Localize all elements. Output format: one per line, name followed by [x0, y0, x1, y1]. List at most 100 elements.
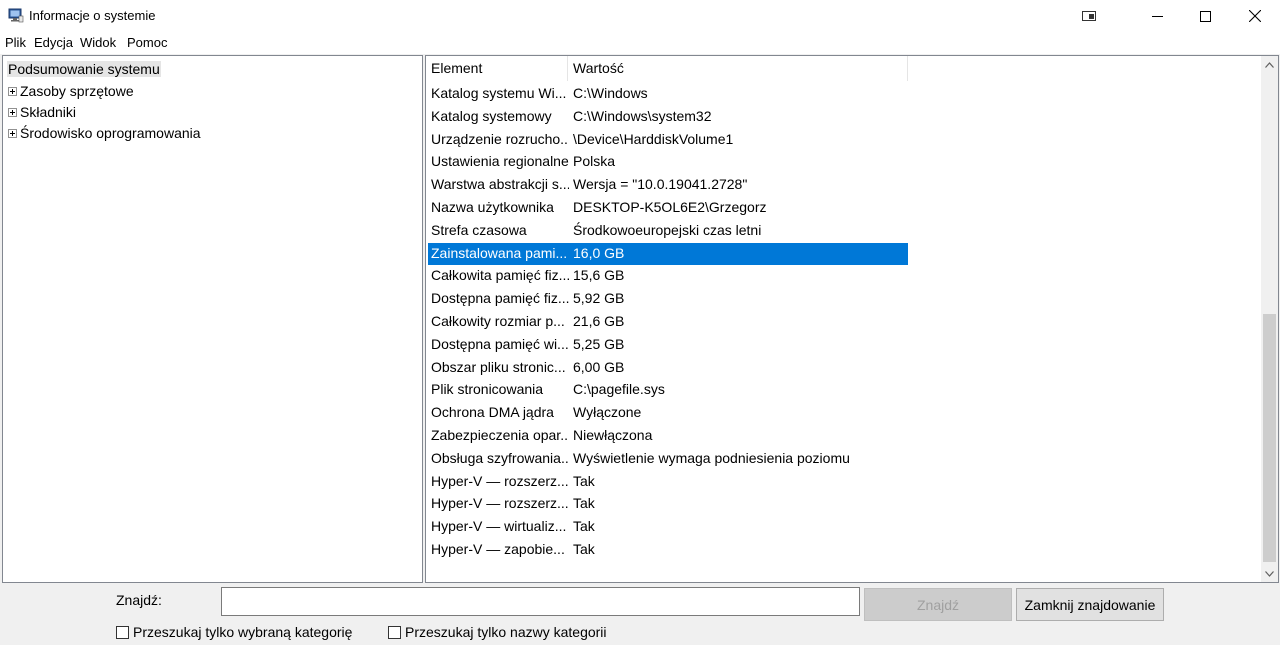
menu-view[interactable]: Widok [80, 35, 116, 50]
list-row[interactable]: Całkowita pamięć fiz... 15,6 GB [428, 265, 908, 287]
row-element-cell: Urządzenie rozrucho... [431, 130, 569, 147]
row-element-cell: Dostępna pamięć fiz... [431, 290, 569, 307]
maximize-icon [1199, 10, 1211, 22]
list-row[interactable]: Katalog systemu Wi... C:\Windows [428, 83, 908, 105]
title-bar: Informacje o systemie [0, 0, 1280, 32]
row-value-cell: 5,92 GB [573, 290, 625, 307]
expand-plus-icon[interactable] [8, 86, 17, 96]
list-row[interactable]: Ustawienia regionalne Polska [428, 151, 908, 173]
list-row[interactable]: Zabezpieczenia opar... Niewłączona [428, 425, 908, 447]
tree-item-system-summary[interactable]: Podsumowanie systemu [7, 61, 161, 77]
find-button[interactable]: Znajdź [864, 588, 1012, 621]
menu-help[interactable]: Pomoc [127, 35, 167, 50]
maximize-button[interactable] [1182, 0, 1228, 32]
list-row[interactable]: Hyper-V — zapobie... Tak [428, 539, 908, 561]
row-value-cell: Wyświetlenie wymaga podniesienia poziomu [573, 449, 850, 466]
row-element-cell: Hyper-V — rozszerz... [431, 495, 569, 512]
category-tree[interactable]: Podsumowanie systemu Zasoby sprzętowe Sk… [2, 55, 423, 583]
minimize-button[interactable] [1134, 0, 1180, 32]
list-row[interactable]: Hyper-V — wirtualiz... Tak [428, 516, 908, 538]
search-category-names-option[interactable]: Przeszukaj tylko nazwy kategorii [388, 624, 607, 640]
row-value-cell: Tak [573, 518, 595, 535]
row-value-cell: 16,0 GB [573, 244, 625, 261]
row-value-cell: Tak [573, 472, 595, 489]
chevron-down-icon [1265, 570, 1274, 577]
list-row[interactable]: Plik stronicowania C:\pagefile.sys [428, 379, 908, 401]
expand-plus-icon[interactable] [8, 107, 17, 117]
list-row[interactable]: Nazwa użytkownika DESKTOP-K5OL6E2\Grzegor… [428, 197, 908, 219]
close-icon [1249, 10, 1261, 22]
row-value-cell: Wyłączone [573, 404, 642, 421]
search-selected-category-option[interactable]: Przeszukaj tylko wybraną kategorię [116, 624, 352, 640]
row-value-cell: C:\Windows [573, 85, 648, 101]
row-element-cell: Obszar pliku stronic... [431, 358, 566, 375]
list-row[interactable]: Obsługa szyfrowania... Wyświetlenie wymag… [428, 448, 908, 470]
column-header-value[interactable]: Wartość [568, 56, 908, 81]
list-row[interactable]: Urządzenie rozrucho... \Device\HarddiskVo… [428, 129, 908, 151]
list-row[interactable]: Ochrona DMA jądra Wyłączone [428, 402, 908, 424]
row-element-cell: Ustawienia regionalne [431, 153, 569, 170]
expand-plus-icon[interactable] [8, 128, 17, 138]
system-information-window: Informacje o systemie Plik Edycja Widok … [0, 0, 1280, 645]
row-value-cell: 21,6 GB [573, 313, 625, 329]
row-value-cell: 6,00 GB [573, 358, 625, 375]
row-value-cell: C:\Windows\system32 [573, 107, 712, 124]
vertical-scrollbar[interactable] [1261, 56, 1278, 582]
checkbox-label[interactable]: Przeszukaj tylko wybraną kategorię [133, 624, 352, 640]
tree-item-software-environment[interactable]: Środowisko oprogramowania [8, 124, 201, 142]
row-element-cell: Zabezpieczenia opar... [431, 427, 569, 443]
list-row[interactable]: Strefa czasowa Środkowoeuropejski czas le… [428, 220, 908, 242]
minimize-icon [1151, 15, 1163, 17]
row-value-cell: C:\pagefile.sys [573, 381, 665, 398]
list-row[interactable]: Dostępna pamięć fiz... 5,92 GB [428, 288, 908, 310]
column-header-element[interactable]: Element [426, 56, 568, 81]
row-value-cell: 15,6 GB [573, 267, 625, 284]
close-button[interactable] [1232, 0, 1278, 32]
row-value-cell: Polska [573, 153, 616, 170]
tree-item-hardware-resources[interactable]: Zasoby sprzętowe [8, 82, 134, 100]
tree-item-label[interactable]: Środowisko oprogramowania [20, 125, 201, 141]
list-row[interactable]: Hyper-V — rozszerz... Tak [428, 471, 908, 493]
menu-edit[interactable]: Edycja [34, 35, 73, 50]
details-list[interactable]: Element Wartość Katalog systemu Wi... C:\… [425, 55, 1279, 583]
row-element-cell: Całkowity rozmiar p... [431, 313, 565, 329]
scroll-down-arrow[interactable] [1261, 565, 1278, 582]
scroll-up-arrow[interactable] [1261, 56, 1278, 73]
list-row[interactable]: Obszar pliku stronic... 6,00 GB [428, 357, 908, 379]
tree-item-label[interactable]: Składniki [20, 104, 76, 120]
find-input[interactable] [221, 587, 860, 616]
system-info-app-icon [8, 8, 24, 23]
window-title: Informacje o systemie [29, 8, 156, 23]
snap-layout-icon [1082, 11, 1096, 21]
row-element-cell: Plik stronicowania [431, 381, 544, 398]
list-row[interactable]: Zainstalowana pami... 16,0 GB [428, 242, 908, 265]
close-find-button[interactable]: Zamknij znajdowanie [1016, 588, 1164, 621]
scrollbar-thumb[interactable] [1263, 314, 1276, 562]
row-element-cell: Hyper-V — zapobie... [431, 541, 565, 557]
row-element-cell: Strefa czasowa [431, 221, 527, 238]
list-row[interactable]: Hyper-V — rozszerz... Tak [428, 493, 908, 515]
row-element-cell: Hyper-V — wirtualiz... [431, 518, 567, 535]
search-selected-category-checkbox[interactable] [116, 625, 129, 639]
find-label: Znajdź: [116, 592, 162, 608]
list-row[interactable]: Warstwa abstrakcji s... Wersja = "10.0.19… [428, 174, 908, 196]
row-element-cell: Hyper-V — rozszerz... [431, 472, 569, 489]
list-row[interactable]: Dostępna pamięć wi... 5,25 GB [428, 334, 908, 356]
tree-item-label[interactable]: Zasoby sprzętowe [20, 83, 134, 99]
search-category-names-checkbox[interactable] [388, 625, 401, 639]
row-element-cell: Katalog systemowy [431, 107, 552, 124]
checkbox-label[interactable]: Przeszukaj tylko nazwy kategorii [405, 624, 607, 640]
row-value-cell: 5,25 GB [573, 335, 625, 352]
menu-file[interactable]: Plik [5, 35, 26, 50]
row-value-cell: DESKTOP-K5OL6E2\Grzegorz [573, 199, 767, 215]
row-element-cell: Obsługa szyfrowania... [431, 449, 569, 466]
row-value-cell: Środkowoeuropejski czas letni [573, 221, 762, 238]
pin-window-button[interactable] [1066, 0, 1112, 32]
list-header: Element Wartość [426, 56, 1262, 81]
row-element-cell: Dostępna pamięć wi... [431, 335, 569, 352]
row-value-cell: Tak [573, 495, 595, 512]
list-row[interactable]: Całkowity rozmiar p... 21,6 GB [428, 311, 908, 333]
list-row[interactable]: Katalog systemowy C:\Windows\system32 [428, 106, 908, 128]
tree-item-components[interactable]: Składniki [8, 103, 76, 121]
row-value-cell: \Device\HarddiskVolume1 [573, 130, 734, 147]
